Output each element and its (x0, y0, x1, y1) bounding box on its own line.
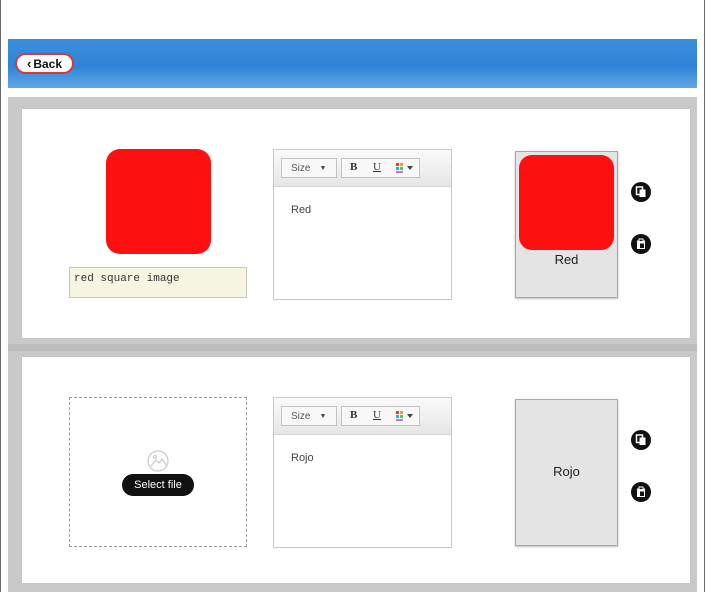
card-divider (8, 344, 697, 351)
text-color-icon[interactable] (395, 162, 415, 174)
flashcard-preview[interactable]: Red (515, 151, 618, 298)
underline-button[interactable]: U (373, 409, 381, 421)
dropdown-caret-icon: ▼ (319, 412, 327, 420)
font-size-dropdown[interactable]: Size ▼ (281, 158, 337, 178)
bold-button[interactable]: B (350, 409, 357, 421)
card-rojo: Select file Size ▼ B U Rojo Rojo (21, 356, 691, 584)
header-bar (8, 39, 697, 88)
copy-icon (635, 186, 646, 197)
image-upload-zone[interactable]: Select file (69, 397, 247, 547)
font-size-dropdown[interactable]: Size ▼ (281, 406, 337, 426)
font-size-label: Size (291, 162, 311, 174)
bold-button[interactable]: B (350, 161, 357, 173)
red-square-image[interactable] (106, 149, 211, 254)
image-placeholder-icon (147, 450, 169, 472)
paste-icon (637, 238, 645, 249)
chevron-left-icon: ‹ (26, 56, 32, 71)
editor-toolbar: Size ▼ B U (274, 398, 451, 435)
card-red: red square image Size ▼ B U Red Red (21, 108, 691, 339)
copy-icon (635, 434, 646, 445)
preview-label: Red (554, 252, 579, 267)
format-button-group: B U (341, 406, 420, 426)
editor-toolbar: Size ▼ B U (274, 150, 451, 187)
window-border-left (0, 0, 1, 592)
paste-icon (637, 486, 645, 497)
paste-button[interactable] (631, 234, 651, 254)
text-color-icon[interactable] (395, 410, 415, 422)
dropdown-caret-icon: ▼ (319, 164, 327, 172)
back-button-label: Back (33, 56, 63, 71)
font-size-label: Size (291, 410, 311, 422)
preview-red-square (519, 155, 614, 250)
paste-button[interactable] (631, 482, 651, 502)
editor-content[interactable]: Rojo (274, 435, 451, 464)
image-caption-input[interactable]: red square image (69, 267, 247, 298)
flashcard-preview[interactable]: Rojo (515, 399, 618, 546)
preview-label: Rojo (553, 464, 580, 479)
copy-button[interactable] (631, 182, 651, 202)
rich-text-editor[interactable]: Size ▼ B U Red (273, 149, 452, 300)
editor-content[interactable]: Red (274, 187, 451, 216)
back-button[interactable]: ‹ Back (15, 53, 74, 74)
underline-button[interactable]: U (373, 161, 381, 173)
copy-button[interactable] (631, 430, 651, 450)
format-button-group: B U (341, 158, 420, 178)
select-file-button[interactable]: Select file (122, 474, 194, 496)
rich-text-editor[interactable]: Size ▼ B U Rojo (273, 397, 452, 548)
